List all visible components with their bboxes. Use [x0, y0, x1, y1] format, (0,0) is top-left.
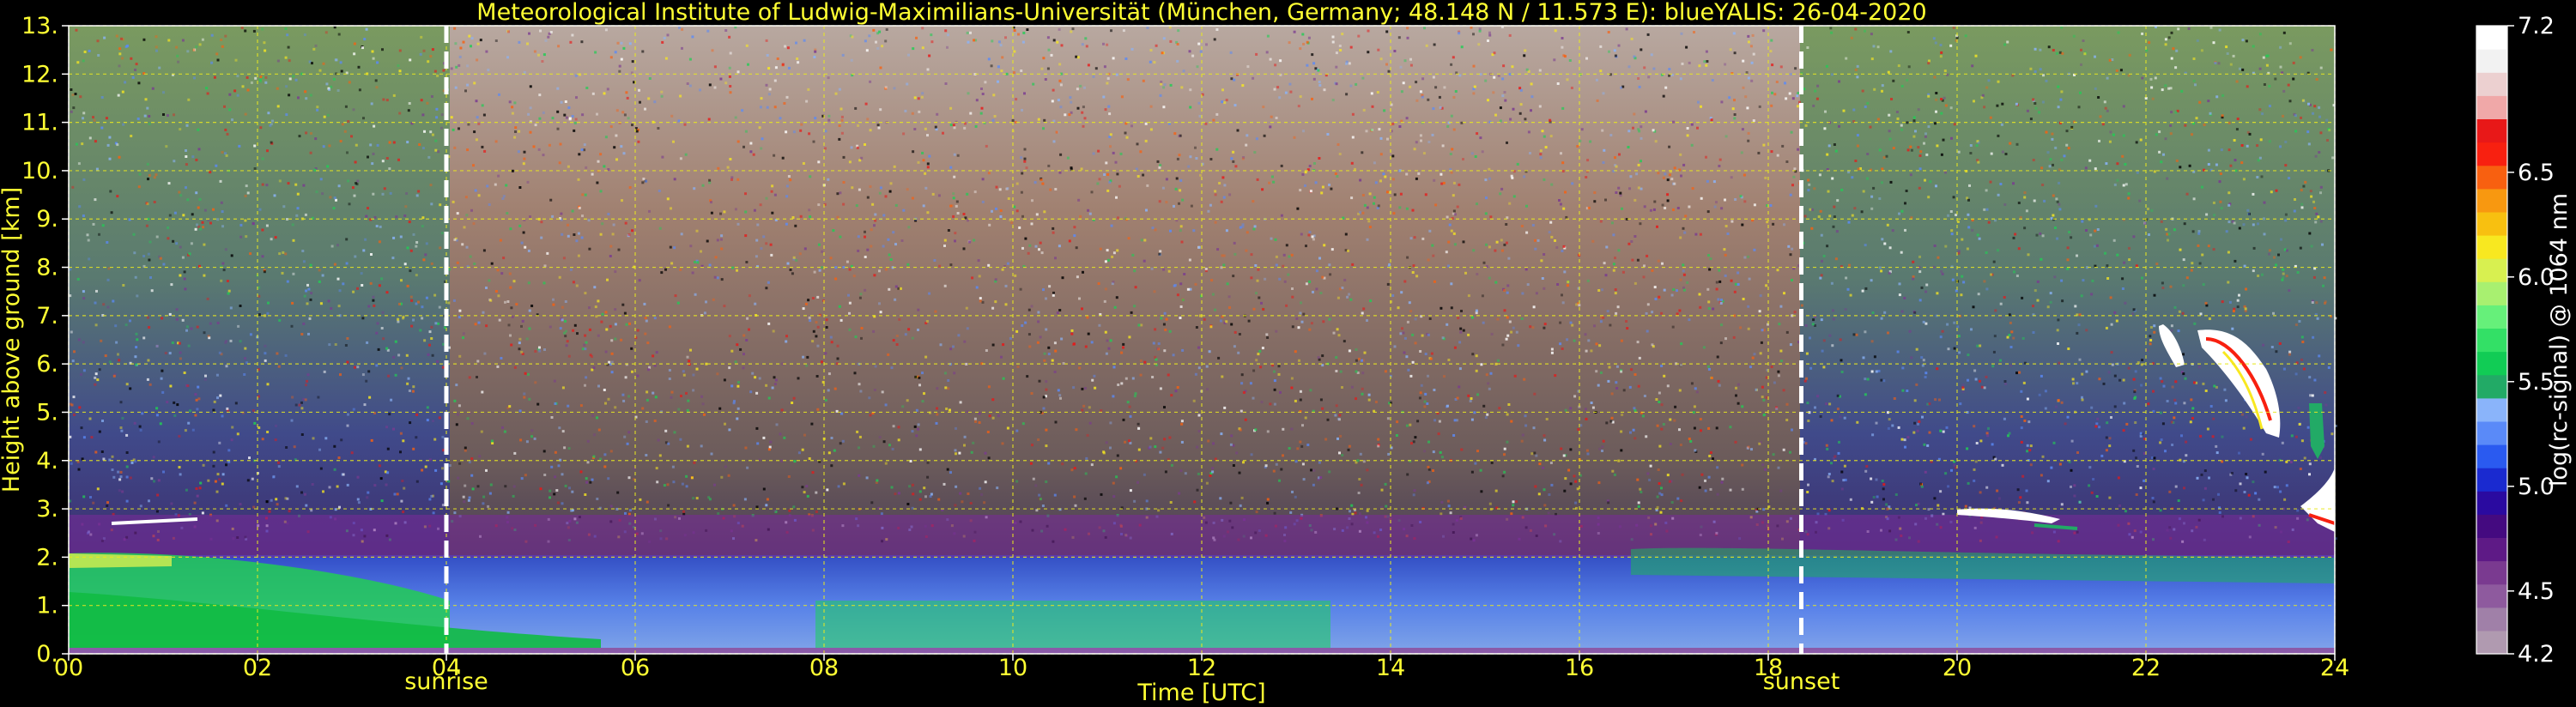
x-tick-label: 16 [1565, 655, 1594, 681]
x-tick-label: 12 [1187, 655, 1216, 681]
plot-area: sunrise sunset [68, 25, 2337, 695]
y-tick-label: 9. [36, 206, 58, 233]
colorbar-segment [2476, 281, 2507, 305]
x-tick-label: 14 [1376, 655, 1405, 681]
colorbar-segment [2476, 235, 2507, 259]
y-axis-label: Height above ground [km] [0, 187, 25, 492]
y-tick-label: 5. [36, 399, 58, 426]
colorbar-segment [2476, 374, 2507, 399]
x-tick-label: 06 [621, 655, 650, 681]
colorbar-segment [2476, 72, 2507, 96]
y-tick-label: 13. [21, 13, 58, 39]
colorbar-segment [2476, 630, 2507, 655]
x-tick-label: 04 [432, 655, 461, 681]
colorbar-segment [2476, 26, 2507, 50]
x-tick-label: 08 [809, 655, 839, 681]
colorbar-segment [2476, 537, 2507, 562]
colorbar-segment [2476, 142, 2507, 166]
y-tick-label: 8. [36, 255, 58, 281]
colorbar-segment [2476, 351, 2507, 376]
y-tick-label: 11. [21, 110, 58, 136]
colorbar-segment [2476, 607, 2507, 631]
chart-title: Meteorological Institute of Ludwig-Maxim… [476, 0, 1926, 26]
colorbar-segment [2476, 491, 2507, 515]
colorbar-segment [2476, 305, 2507, 329]
colorbar-segment [2476, 468, 2507, 492]
colorbar-segment [2476, 444, 2507, 468]
x-axis-label: Time [UTC] [1136, 680, 1265, 706]
y-tick-label: 10. [21, 158, 58, 184]
colorbar-segment [2476, 583, 2507, 608]
colorbar-label: log(rc-signal) @ 1064 nm [2546, 193, 2573, 486]
x-tick-label: 18 [1754, 655, 1783, 681]
lidar-quicklook-figure: Meteorological Institute of Ludwig-Maxim… [0, 0, 2576, 707]
colorbar-segment [2476, 560, 2507, 585]
colorbar-tick-label: 4.5 [2518, 578, 2555, 605]
colorbar-segment [2476, 95, 2507, 119]
colorbar-segment [2476, 420, 2507, 445]
colorbar-segment [2476, 165, 2507, 190]
y-tick-label: 6. [36, 351, 58, 378]
y-tick-label: 12. [21, 61, 58, 88]
x-tick-label: 22 [2131, 655, 2161, 681]
x-tick-label: 24 [2320, 655, 2349, 681]
colorbar-segment [2476, 514, 2507, 538]
y-tick-label: 7. [36, 303, 58, 329]
y-tick-label: 2. [36, 544, 58, 571]
colorbar-segment [2476, 118, 2507, 143]
y-tick-label: 4. [36, 448, 58, 474]
colorbar-segment [2476, 188, 2507, 213]
y-tick-label: 0. [36, 641, 58, 668]
colorbar-segment [2476, 328, 2507, 353]
colorbar-segment [2476, 258, 2507, 282]
x-tick-label: 02 [243, 655, 272, 681]
y-tick-label: 3. [36, 496, 58, 523]
colorbar-segment [2476, 211, 2507, 236]
colorbar-tick-label: 7.2 [2518, 13, 2555, 39]
y-tick-label: 1. [36, 593, 58, 619]
x-tick-label: 10 [998, 655, 1027, 681]
colorbar-segment [2476, 397, 2507, 422]
colorbar-tick-label: 4.2 [2518, 641, 2555, 668]
colorbar-segment [2476, 49, 2507, 73]
colorbar-tick-label: 6.5 [2518, 160, 2555, 186]
x-tick-label: 20 [1943, 655, 1972, 681]
